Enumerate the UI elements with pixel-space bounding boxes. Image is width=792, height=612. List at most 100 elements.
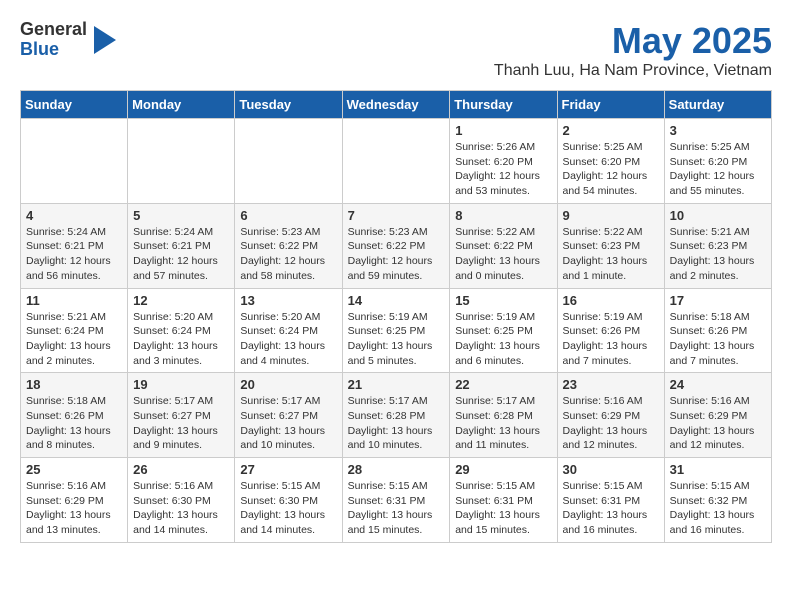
day-number: 20 bbox=[240, 377, 336, 392]
calendar-header-row: SundayMondayTuesdayWednesdayThursdayFrid… bbox=[21, 91, 772, 119]
day-number: 16 bbox=[563, 293, 659, 308]
day-info: Sunrise: 5:20 AM Sunset: 6:24 PM Dayligh… bbox=[133, 310, 229, 369]
day-info: Sunrise: 5:23 AM Sunset: 6:22 PM Dayligh… bbox=[348, 225, 445, 284]
day-number: 21 bbox=[348, 377, 445, 392]
day-info: Sunrise: 5:24 AM Sunset: 6:21 PM Dayligh… bbox=[26, 225, 122, 284]
header: General Blue May 2025 Thanh Luu, Ha Nam … bbox=[20, 20, 772, 80]
calendar-table: SundayMondayTuesdayWednesdayThursdayFrid… bbox=[20, 90, 772, 543]
calendar-cell: 21 Sunrise: 5:17 AM Sunset: 6:28 PM Dayli… bbox=[342, 373, 450, 458]
calendar-cell: 2 Sunrise: 5:25 AM Sunset: 6:20 PM Daylig… bbox=[557, 119, 664, 204]
calendar-cell: 6 Sunrise: 5:23 AM Sunset: 6:22 PM Daylig… bbox=[235, 203, 342, 288]
day-number: 2 bbox=[563, 123, 659, 138]
calendar-cell: 10 Sunrise: 5:21 AM Sunset: 6:23 PM Dayli… bbox=[664, 203, 771, 288]
day-info: Sunrise: 5:22 AM Sunset: 6:22 PM Dayligh… bbox=[455, 225, 551, 284]
day-info: Sunrise: 5:17 AM Sunset: 6:27 PM Dayligh… bbox=[133, 394, 229, 453]
calendar-cell: 26 Sunrise: 5:16 AM Sunset: 6:30 PM Dayli… bbox=[128, 458, 235, 543]
day-number: 17 bbox=[670, 293, 766, 308]
day-info: Sunrise: 5:15 AM Sunset: 6:31 PM Dayligh… bbox=[348, 479, 445, 538]
calendar-cell bbox=[342, 119, 450, 204]
calendar-cell: 25 Sunrise: 5:16 AM Sunset: 6:29 PM Dayli… bbox=[21, 458, 128, 543]
day-header-sunday: Sunday bbox=[21, 91, 128, 119]
calendar-cell: 14 Sunrise: 5:19 AM Sunset: 6:25 PM Dayli… bbox=[342, 288, 450, 373]
day-info: Sunrise: 5:17 AM Sunset: 6:28 PM Dayligh… bbox=[455, 394, 551, 453]
title-area: May 2025 Thanh Luu, Ha Nam Province, Vie… bbox=[494, 20, 772, 80]
calendar-cell bbox=[128, 119, 235, 204]
day-info: Sunrise: 5:15 AM Sunset: 6:32 PM Dayligh… bbox=[670, 479, 766, 538]
calendar-cell: 17 Sunrise: 5:18 AM Sunset: 6:26 PM Dayli… bbox=[664, 288, 771, 373]
calendar-cell: 13Sunrise: 5:20 AM Sunset: 6:24 PM Dayli… bbox=[235, 288, 342, 373]
day-number: 8 bbox=[455, 208, 551, 223]
day-number: 10 bbox=[670, 208, 766, 223]
calendar-cell: 7 Sunrise: 5:23 AM Sunset: 6:22 PM Daylig… bbox=[342, 203, 450, 288]
day-info: Sunrise: 5:21 AM Sunset: 6:24 PM Dayligh… bbox=[26, 310, 122, 369]
calendar-cell: 20Sunrise: 5:17 AM Sunset: 6:27 PM Dayli… bbox=[235, 373, 342, 458]
day-info: Sunrise: 5:19 AM Sunset: 6:26 PM Dayligh… bbox=[563, 310, 659, 369]
day-info: Sunrise: 5:18 AM Sunset: 6:26 PM Dayligh… bbox=[26, 394, 122, 453]
day-info: Sunrise: 5:21 AM Sunset: 6:23 PM Dayligh… bbox=[670, 225, 766, 284]
calendar-cell: 31Sunrise: 5:15 AM Sunset: 6:32 PM Dayli… bbox=[664, 458, 771, 543]
calendar-cell: 29 Sunrise: 5:15 AM Sunset: 6:31 PM Dayli… bbox=[450, 458, 557, 543]
day-info: Sunrise: 5:16 AM Sunset: 6:29 PM Dayligh… bbox=[26, 479, 122, 538]
day-info: Sunrise: 5:17 AM Sunset: 6:28 PM Dayligh… bbox=[348, 394, 445, 453]
day-info: Sunrise: 5:24 AM Sunset: 6:21 PM Dayligh… bbox=[133, 225, 229, 284]
day-info: Sunrise: 5:16 AM Sunset: 6:29 PM Dayligh… bbox=[670, 394, 766, 453]
day-header-saturday: Saturday bbox=[664, 91, 771, 119]
calendar-cell: 28 Sunrise: 5:15 AM Sunset: 6:31 PM Dayli… bbox=[342, 458, 450, 543]
day-number: 23 bbox=[563, 377, 659, 392]
day-info: Sunrise: 5:25 AM Sunset: 6:20 PM Dayligh… bbox=[563, 140, 659, 199]
calendar-week-3: 11Sunrise: 5:21 AM Sunset: 6:24 PM Dayli… bbox=[21, 288, 772, 373]
day-info: Sunrise: 5:16 AM Sunset: 6:29 PM Dayligh… bbox=[563, 394, 659, 453]
day-number: 13 bbox=[240, 293, 336, 308]
day-number: 22 bbox=[455, 377, 551, 392]
day-number: 30 bbox=[563, 462, 659, 477]
calendar-title: May 2025 bbox=[494, 20, 772, 62]
day-header-friday: Friday bbox=[557, 91, 664, 119]
calendar-cell: 23 Sunrise: 5:16 AM Sunset: 6:29 PM Dayli… bbox=[557, 373, 664, 458]
day-number: 1 bbox=[455, 123, 551, 138]
day-number: 28 bbox=[348, 462, 445, 477]
day-number: 14 bbox=[348, 293, 445, 308]
day-info: Sunrise: 5:18 AM Sunset: 6:26 PM Dayligh… bbox=[670, 310, 766, 369]
logo-blue: Blue bbox=[20, 40, 87, 60]
day-header-wednesday: Wednesday bbox=[342, 91, 450, 119]
day-info: Sunrise: 5:16 AM Sunset: 6:30 PM Dayligh… bbox=[133, 479, 229, 538]
day-info: Sunrise: 5:15 AM Sunset: 6:31 PM Dayligh… bbox=[563, 479, 659, 538]
day-number: 7 bbox=[348, 208, 445, 223]
logo-general: General bbox=[20, 20, 87, 40]
calendar-cell: 11Sunrise: 5:21 AM Sunset: 6:24 PM Dayli… bbox=[21, 288, 128, 373]
day-info: Sunrise: 5:25 AM Sunset: 6:20 PM Dayligh… bbox=[670, 140, 766, 199]
calendar-subtitle: Thanh Luu, Ha Nam Province, Vietnam bbox=[494, 62, 772, 80]
day-number: 3 bbox=[670, 123, 766, 138]
calendar-cell: 5Sunrise: 5:24 AM Sunset: 6:21 PM Daylig… bbox=[128, 203, 235, 288]
day-header-tuesday: Tuesday bbox=[235, 91, 342, 119]
calendar-cell: 8 Sunrise: 5:22 AM Sunset: 6:22 PM Daylig… bbox=[450, 203, 557, 288]
logo-arrow-icon bbox=[94, 26, 116, 54]
day-number: 6 bbox=[240, 208, 336, 223]
calendar-cell bbox=[21, 119, 128, 204]
calendar-cell: 9 Sunrise: 5:22 AM Sunset: 6:23 PM Daylig… bbox=[557, 203, 664, 288]
calendar-cell: 22 Sunrise: 5:17 AM Sunset: 6:28 PM Dayli… bbox=[450, 373, 557, 458]
calendar-cell: 27Sunrise: 5:15 AM Sunset: 6:30 PM Dayli… bbox=[235, 458, 342, 543]
calendar-cell: 19Sunrise: 5:17 AM Sunset: 6:27 PM Dayli… bbox=[128, 373, 235, 458]
day-number: 26 bbox=[133, 462, 229, 477]
day-number: 24 bbox=[670, 377, 766, 392]
calendar-cell: 15Sunrise: 5:19 AM Sunset: 6:25 PM Dayli… bbox=[450, 288, 557, 373]
day-info: Sunrise: 5:19 AM Sunset: 6:25 PM Dayligh… bbox=[455, 310, 551, 369]
day-number: 12 bbox=[133, 293, 229, 308]
calendar-cell: 3 Sunrise: 5:25 AM Sunset: 6:20 PM Daylig… bbox=[664, 119, 771, 204]
day-info: Sunrise: 5:15 AM Sunset: 6:31 PM Dayligh… bbox=[455, 479, 551, 538]
day-number: 25 bbox=[26, 462, 122, 477]
day-info: Sunrise: 5:22 AM Sunset: 6:23 PM Dayligh… bbox=[563, 225, 659, 284]
calendar-cell: 18Sunrise: 5:18 AM Sunset: 6:26 PM Dayli… bbox=[21, 373, 128, 458]
calendar-cell: 24 Sunrise: 5:16 AM Sunset: 6:29 PM Dayli… bbox=[664, 373, 771, 458]
day-header-thursday: Thursday bbox=[450, 91, 557, 119]
day-info: Sunrise: 5:15 AM Sunset: 6:30 PM Dayligh… bbox=[240, 479, 336, 538]
day-number: 9 bbox=[563, 208, 659, 223]
calendar-cell bbox=[235, 119, 342, 204]
day-number: 29 bbox=[455, 462, 551, 477]
logo: General Blue bbox=[20, 20, 116, 60]
day-info: Sunrise: 5:19 AM Sunset: 6:25 PM Dayligh… bbox=[348, 310, 445, 369]
day-number: 4 bbox=[26, 208, 122, 223]
day-info: Sunrise: 5:23 AM Sunset: 6:22 PM Dayligh… bbox=[240, 225, 336, 284]
calendar-cell: 4 Sunrise: 5:24 AM Sunset: 6:21 PM Daylig… bbox=[21, 203, 128, 288]
